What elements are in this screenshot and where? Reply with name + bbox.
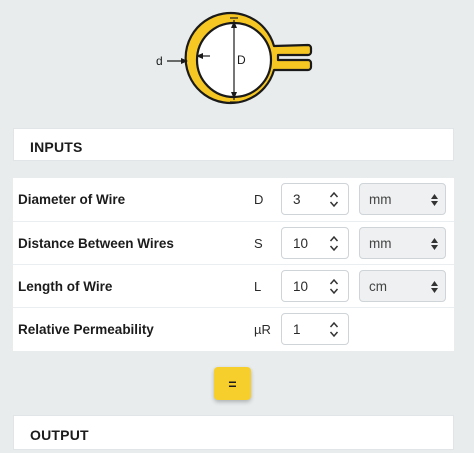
spinner-icon[interactable]	[329, 321, 339, 338]
thickness-label: d	[156, 54, 163, 68]
distance-symbol: S	[254, 236, 263, 251]
select-arrows-icon	[431, 281, 438, 293]
spinner-icon[interactable]	[329, 235, 339, 252]
diameter-symbol: D	[254, 192, 264, 207]
permeability-symbol: µR	[254, 322, 271, 337]
permeability-label-text: Relative Permeability	[18, 322, 154, 337]
length-label-text: Length of Wire	[18, 279, 113, 294]
distance-unit: mm	[369, 236, 392, 251]
length-symbol: L	[254, 279, 262, 294]
diameter-label: D	[237, 53, 246, 67]
spinner-icon[interactable]	[329, 278, 339, 295]
diameter-unit-select[interactable]: mm	[359, 183, 446, 215]
permeability-value: 1	[293, 322, 301, 337]
output-section-header: OUTPUT	[13, 415, 454, 450]
inputs-panel: Diameter of Wire D 3 mm Distance Between…	[13, 178, 454, 351]
select-arrows-icon	[431, 238, 438, 250]
output-title: OUTPUT	[30, 427, 89, 443]
spinner-icon[interactable]	[329, 191, 339, 208]
distance-label-text: Distance Between Wires	[18, 236, 174, 251]
diameter-unit: mm	[369, 192, 392, 207]
length-value: 10	[293, 279, 309, 294]
inputs-title: INPUTS	[30, 139, 83, 155]
length-unit-select[interactable]: cm	[359, 270, 446, 302]
length-input[interactable]: 10	[281, 270, 349, 302]
diameter-value: 3	[293, 192, 301, 207]
inputs-section-header: INPUTS	[13, 128, 454, 161]
distance-input[interactable]: 10	[281, 227, 349, 259]
diameter-row: Diameter of Wire D 3 mm	[13, 178, 454, 221]
calculate-button[interactable]: =	[214, 367, 251, 400]
wire-loop-diagram: D d	[156, 11, 313, 105]
select-arrows-icon	[431, 194, 438, 206]
length-unit: cm	[369, 279, 387, 294]
distance-unit-select[interactable]: mm	[359, 227, 446, 259]
length-row: Length of Wire L 10 cm	[13, 264, 454, 307]
diameter-label-text: Diameter of Wire	[18, 192, 126, 207]
distance-row: Distance Between Wires S 10 mm	[13, 221, 454, 264]
permeability-row: Relative Permeability µR 1	[13, 307, 454, 350]
distance-value: 10	[293, 236, 309, 251]
diameter-input[interactable]: 3	[281, 183, 349, 215]
permeability-input[interactable]: 1	[281, 313, 349, 345]
